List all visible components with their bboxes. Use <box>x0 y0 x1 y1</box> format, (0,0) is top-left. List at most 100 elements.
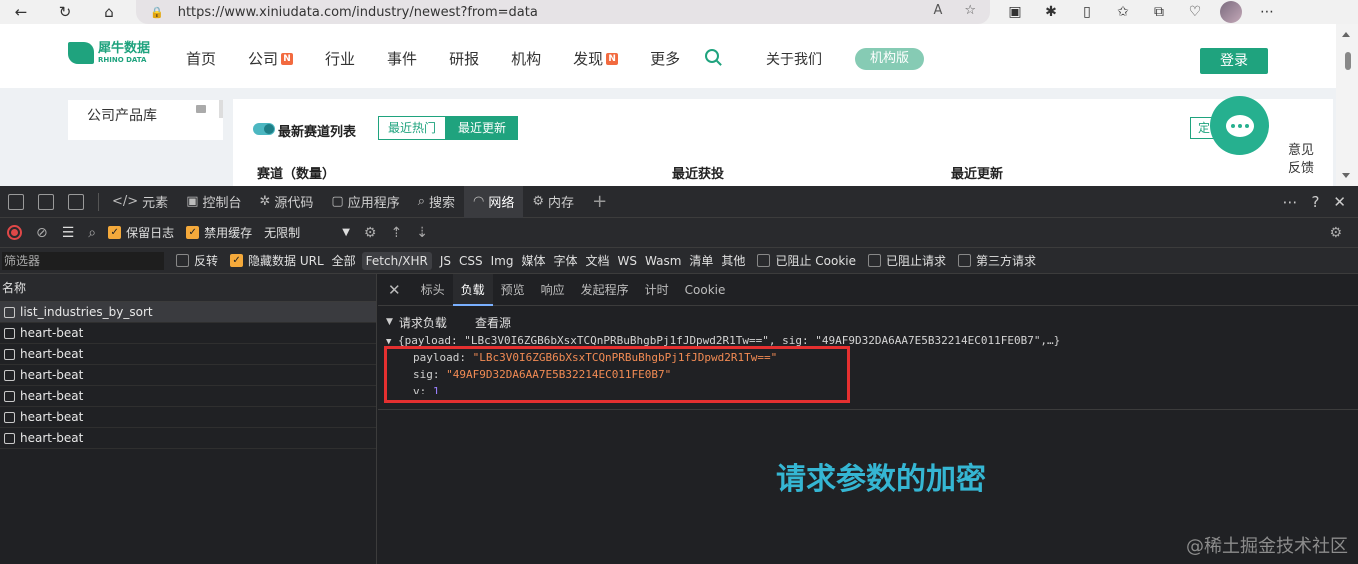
tab-application[interactable]: ▢ 应用程序 <box>322 186 408 218</box>
refresh-icon[interactable]: ↻ <box>54 2 76 22</box>
help-icon[interactable]: ? <box>1311 193 1319 211</box>
tab-payload[interactable]: 负载 <box>452 273 493 306</box>
search-icon[interactable]: ⌕ <box>88 225 96 241</box>
site-logo[interactable]: 犀牛数据 RHINO DATA <box>68 42 150 64</box>
request-row[interactable]: heart-beat <box>0 407 376 428</box>
more-options-icon[interactable]: ⋯ <box>1282 193 1297 211</box>
favorites-icon[interactable]: ✩ <box>1112 1 1134 23</box>
close-icon[interactable]: ✕ <box>1333 193 1346 211</box>
tab-cookies[interactable]: Cookie <box>677 274 734 306</box>
filter-all[interactable]: 全部 <box>332 252 356 269</box>
back-icon[interactable]: ← <box>10 2 32 22</box>
tab-initiator[interactable]: 发起程序 <box>573 274 637 306</box>
record-icon[interactable] <box>7 225 22 240</box>
tab-network[interactable]: ◠ 网络 <box>464 185 524 218</box>
tab-elements[interactable]: </> 元素 <box>103 186 177 218</box>
menu-research[interactable]: 研报 <box>449 48 479 69</box>
column-recent-funding[interactable]: 最近获投 <box>672 163 724 182</box>
toggle-switch[interactable] <box>253 123 275 135</box>
chat-button[interactable] <box>1210 96 1269 155</box>
filter-icon[interactable]: ☰ <box>62 225 75 241</box>
performance-icon[interactable]: ♡ <box>1184 1 1206 23</box>
tab-recent-update[interactable]: 最近更新 <box>446 116 518 140</box>
feedback-button[interactable]: 意见 反馈 <box>1280 139 1322 186</box>
column-track[interactable]: 赛道（数量） <box>257 163 335 182</box>
menu-industry[interactable]: 行业 <box>325 48 355 69</box>
name-column-header[interactable]: 名称 <box>0 274 376 302</box>
hide-data-url-checkbox[interactable]: ✓ 隐藏数据 URL <box>230 252 324 269</box>
filter-font[interactable]: 字体 <box>553 252 577 269</box>
tab-console[interactable]: ▣ 控制台 <box>177 186 250 218</box>
export-icon[interactable]: ⇣ <box>416 225 428 241</box>
menu-company[interactable]: 公司 N <box>248 48 294 69</box>
extensions-icon[interactable]: ✱ <box>1040 1 1062 23</box>
close-icon[interactable]: ✕ <box>388 281 401 299</box>
address-bar[interactable]: 🔒 https://www.xiniudata.com/industry/new… <box>136 0 990 24</box>
blocked-request-checkbox[interactable]: 已阻止请求 <box>867 252 946 269</box>
filter-other[interactable]: 其他 <box>721 252 745 269</box>
third-party-checkbox[interactable]: 第三方请求 <box>958 252 1036 269</box>
request-row[interactable]: heart-beat <box>0 344 376 365</box>
read-aloud-icon[interactable]: A <box>933 3 942 18</box>
about-link[interactable]: 关于我们 <box>766 49 822 69</box>
tab-search[interactable]: ⌕ 搜索 <box>409 186 464 218</box>
home-icon[interactable]: ⌂ <box>98 2 120 22</box>
tab-recent-hot[interactable]: 最近热门 <box>378 116 446 140</box>
more-menu-icon[interactable]: ⋯ <box>1256 1 1278 23</box>
tab-preview[interactable]: 预览 <box>493 274 533 306</box>
profile-avatar[interactable] <box>1220 1 1242 23</box>
preserve-log-checkbox[interactable]: ✓ 保留日志 <box>108 224 174 241</box>
filter-ws[interactable]: WS <box>618 254 637 268</box>
request-row[interactable]: heart-beat <box>0 365 376 386</box>
tab-sources[interactable]: ✲ 源代码 <box>251 186 323 218</box>
settings-icon[interactable]: ⚙ <box>1329 225 1342 241</box>
collections-icon[interactable]: ⧉ <box>1148 1 1170 23</box>
import-icon[interactable]: ⇡ <box>390 225 402 241</box>
split-screen-icon[interactable]: ▯ <box>1076 1 1098 23</box>
tab-timing[interactable]: 计时 <box>637 274 677 306</box>
throttle-select[interactable]: 无限制 ▼ <box>264 224 350 241</box>
column-recent-update[interactable]: 最近更新 <box>951 163 1003 182</box>
filter-js[interactable]: JS <box>440 254 451 268</box>
view-source-link[interactable]: 查看源 <box>475 314 511 331</box>
filter-css[interactable]: CSS <box>459 254 483 268</box>
device-toolbar-icon[interactable] <box>38 193 54 210</box>
filter-img[interactable]: Img <box>491 254 514 268</box>
menu-discover[interactable]: 发现 N <box>573 48 619 69</box>
tab-headers[interactable]: 标头 <box>413 274 453 306</box>
filter-wasm[interactable]: Wasm <box>645 254 681 268</box>
filter-manifest[interactable]: 清单 <box>689 252 713 269</box>
login-button[interactable]: 登录 <box>1200 48 1268 74</box>
inspect-icon[interactable] <box>8 193 24 210</box>
page-scrollbar[interactable] <box>1336 24 1358 186</box>
scroll-thumb[interactable] <box>1345 52 1351 70</box>
request-row[interactable]: list_industries_by_sort <box>0 302 376 323</box>
pro-version-button[interactable]: 机构版 <box>855 48 924 70</box>
request-row[interactable]: heart-beat <box>0 428 376 449</box>
sidebar-item-products[interactable]: 公司产品库 <box>68 100 223 140</box>
menu-home[interactable]: 首页 <box>186 48 216 69</box>
menu-institution[interactable]: 机构 <box>511 48 541 69</box>
filter-input[interactable]: 筛选器 <box>2 251 164 270</box>
request-row[interactable]: heart-beat <box>0 323 376 344</box>
payload-section-header[interactable]: ▼ 请求负载 查看源 <box>386 312 1350 332</box>
filter-doc[interactable]: 文档 <box>586 252 610 269</box>
invert-checkbox[interactable]: 反转 <box>176 252 218 269</box>
app-icon[interactable]: ▣ <box>1004 1 1026 23</box>
scroll-down-icon[interactable] <box>1342 173 1350 178</box>
dock-icon[interactable] <box>68 193 84 210</box>
add-tab-icon[interactable]: + <box>583 186 616 218</box>
menu-event[interactable]: 事件 <box>387 48 417 69</box>
tab-memory[interactable]: ⚙ 内存 <box>523 186 583 218</box>
tab-response[interactable]: 响应 <box>533 274 573 306</box>
disable-cache-checkbox[interactable]: ✓ 禁用缓存 <box>186 224 252 241</box>
search-icon[interactable] <box>705 49 719 63</box>
scroll-up-icon[interactable] <box>1342 32 1350 37</box>
network-conditions-icon[interactable]: ⚙ <box>364 225 377 241</box>
filter-fetch-xhr[interactable]: Fetch/XHR <box>361 251 432 270</box>
favorite-star-icon[interactable]: ☆ <box>964 3 976 18</box>
menu-more[interactable]: 更多 <box>650 48 680 69</box>
filter-media[interactable]: 媒体 <box>521 252 545 269</box>
blocked-cookie-checkbox[interactable]: 已阻止 Cookie <box>757 252 856 269</box>
request-row[interactable]: heart-beat <box>0 386 376 407</box>
